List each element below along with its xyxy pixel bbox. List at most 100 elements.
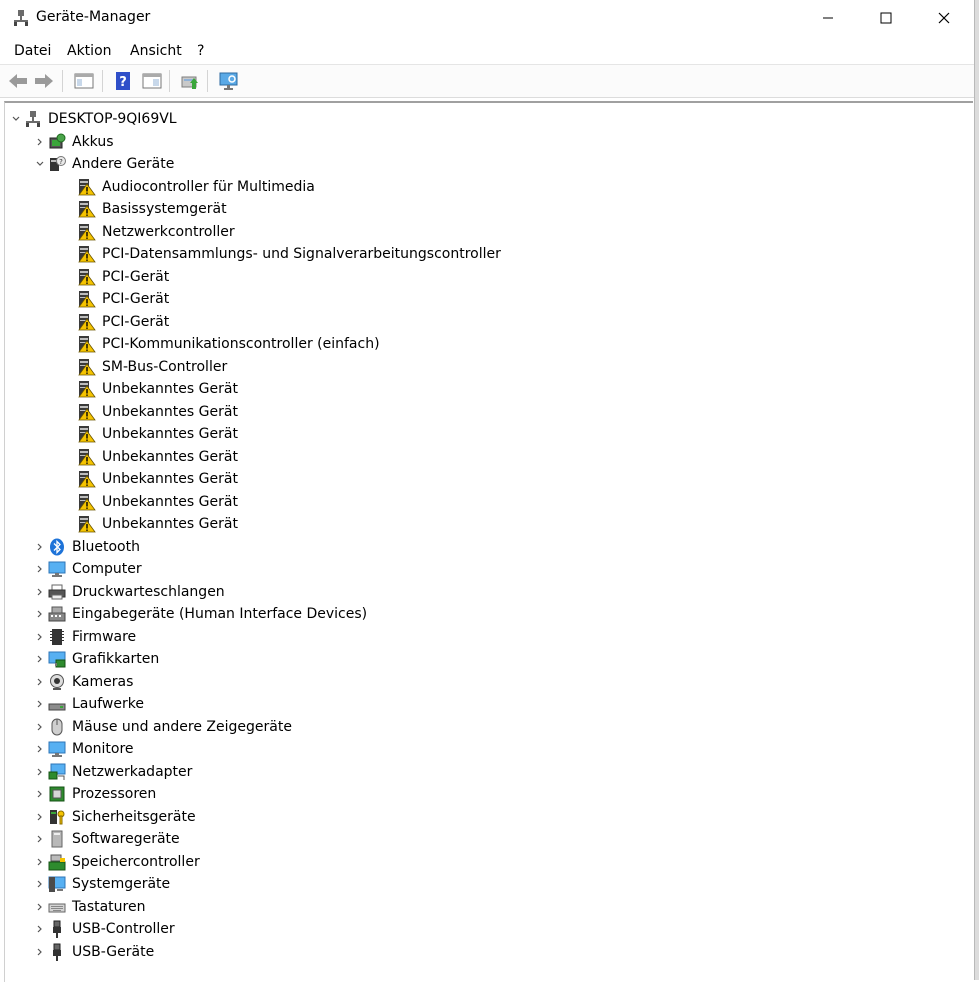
tree-category-item[interactable]: Druckwarteschlangen: [32, 581, 225, 603]
forward-arrow-icon: [35, 74, 53, 88]
close-button[interactable]: [914, 0, 974, 36]
tree-category-item[interactable]: Monitore: [32, 738, 134, 760]
tree-item-label: Akkus: [72, 133, 114, 150]
device-tree[interactable]: DESKTOP-9QI69VL Akkus ? Andere Geräte Audioc…: [4, 101, 973, 982]
toolbar-separator: [62, 70, 63, 92]
tree-device-item[interactable]: PCI-Gerät: [78, 266, 169, 288]
tree-category-item[interactable]: Laufwerke: [32, 693, 144, 715]
security-key-icon: [48, 808, 66, 826]
tree-category-item[interactable]: Grafikkarten: [32, 648, 159, 670]
tree-device-item[interactable]: PCI-Gerät: [78, 311, 169, 333]
chevron-right-icon[interactable]: [32, 896, 48, 918]
chevron-right-icon[interactable]: [32, 918, 48, 940]
help-button[interactable]: ?: [111, 70, 135, 92]
warning-device-icon: [78, 178, 96, 196]
warning-device-icon: [78, 223, 96, 241]
menu-datei[interactable]: Datei: [14, 43, 51, 59]
tree-device-item[interactable]: Unbekanntes Gerät: [78, 491, 238, 513]
tree-category-item[interactable]: Tastaturen: [32, 896, 145, 918]
battery-icon: [48, 133, 66, 151]
tree-device-item[interactable]: PCI-Gerät: [78, 288, 169, 310]
system-device-icon: [48, 875, 66, 893]
menu-ansicht[interactable]: Ansicht: [130, 43, 182, 59]
warning-device-icon: [78, 223, 96, 240]
tree-device-item[interactable]: Unbekanntes Gerät: [78, 401, 238, 423]
warning-device-icon: [78, 515, 96, 533]
tree-category-item[interactable]: Systemgeräte: [32, 873, 170, 895]
tree-device-item[interactable]: Audiocontroller für Multimedia: [78, 176, 315, 198]
chevron-right-icon[interactable]: [32, 671, 48, 693]
tree-item-label: USB-Controller: [72, 921, 175, 937]
toolbar-separator: [102, 70, 103, 92]
tree-device-item[interactable]: Unbekanntes Gerät: [78, 423, 238, 445]
tree-category-item[interactable]: Softwaregeräte: [32, 828, 180, 850]
warning-device-icon: [78, 403, 96, 420]
drive-icon: [48, 695, 66, 713]
tree-item-label: PCI-Gerät: [102, 268, 170, 285]
chevron-down-icon[interactable]: [8, 108, 24, 130]
tree-device-item[interactable]: Basissystemgerät: [78, 198, 227, 220]
tree-category-item[interactable]: Sicherheitsgeräte: [32, 806, 196, 828]
tree-device-item[interactable]: Unbekanntes Gerät: [78, 378, 238, 400]
tree-root-computer[interactable]: DESKTOP-9QI69VL: [8, 108, 177, 130]
tree-category-item[interactable]: Kameras: [32, 671, 133, 693]
chevron-right-icon[interactable]: [32, 851, 48, 873]
tree-category-item[interactable]: Speichercontroller: [32, 851, 200, 873]
chevron-down-icon[interactable]: [32, 153, 48, 175]
tree-category-item[interactable]: Mäuse und andere Zeigegeräte: [32, 716, 292, 738]
tree-device-item[interactable]: Unbekanntes Gerät: [78, 468, 238, 490]
tree-item-label: Systemgeräte: [72, 876, 171, 892]
tree-category-andere-geraete[interactable]: ? Andere Geräte: [32, 153, 174, 175]
chevron-right-icon[interactable]: [32, 873, 48, 895]
chevron-right-icon[interactable]: [32, 603, 48, 625]
chevron-right-icon[interactable]: [32, 941, 48, 963]
tree-device-item[interactable]: Unbekanntes Gerät: [78, 513, 238, 535]
tree-device-item[interactable]: PCI-Kommunikationscontroller (einfach): [78, 333, 380, 355]
tree-item-label: Audiocontroller für Multimedia: [102, 178, 315, 195]
forward-button[interactable]: [32, 70, 56, 92]
chevron-right-icon[interactable]: [32, 626, 48, 648]
update-driver-button[interactable]: [178, 70, 202, 92]
chevron-right-icon[interactable]: [32, 761, 48, 783]
menu-aktion[interactable]: Aktion: [67, 43, 112, 59]
help-book-icon: ?: [116, 72, 130, 90]
tree-category-item[interactable]: USB-Geräte: [32, 941, 154, 963]
chevron-right-icon[interactable]: [32, 716, 48, 738]
maximize-button[interactable]: [856, 0, 916, 36]
warning-device-icon: [78, 358, 96, 376]
show-hide-console-tree-button[interactable]: [72, 70, 96, 92]
tree-category-item[interactable]: USB-Controller: [32, 918, 175, 940]
chevron-right-icon[interactable]: [32, 806, 48, 828]
chevron-right-icon[interactable]: [32, 828, 48, 850]
chevron-right-icon[interactable]: [32, 536, 48, 558]
toolbar-separator: [169, 70, 170, 92]
display-adapter-icon: [48, 651, 66, 668]
chevron-right-icon[interactable]: [32, 558, 48, 580]
tree-device-item[interactable]: SM-Bus-Controller: [78, 356, 227, 378]
tree-device-item[interactable]: Unbekanntes Gerät: [78, 446, 238, 468]
tree-category-akkus[interactable]: Akkus: [32, 131, 114, 153]
tree-device-item[interactable]: Netzwerkcontroller: [78, 221, 235, 243]
chevron-right-icon[interactable]: [32, 738, 48, 760]
tree-category-item[interactable]: Netzwerkadapter: [32, 761, 192, 783]
chevron-right-icon[interactable]: [32, 581, 48, 603]
chevron-right-icon[interactable]: [32, 783, 48, 805]
tree-category-item[interactable]: Prozessoren: [32, 783, 156, 805]
chevron-right-icon[interactable]: [32, 648, 48, 670]
chevron-right-icon[interactable]: [32, 693, 48, 715]
unknown-device-icon: ?: [50, 156, 66, 171]
tree-item-label: Tastaturen: [72, 898, 146, 915]
chevron-right-icon[interactable]: [32, 131, 48, 153]
scan-hardware-button[interactable]: [217, 70, 241, 92]
menu-help[interactable]: ?: [197, 43, 204, 59]
back-button[interactable]: [6, 70, 30, 92]
tree-category-item[interactable]: Computer: [32, 558, 142, 580]
tree-category-item[interactable]: Bluetooth: [32, 536, 140, 558]
warning-device-icon: [78, 426, 96, 443]
tree-category-item[interactable]: Eingabegeräte (Human Interface Devices): [32, 603, 367, 625]
minimize-button[interactable]: [798, 0, 858, 36]
tree-device-item[interactable]: PCI-Datensammlungs- und Signalverarbeitu…: [78, 243, 501, 265]
tree-item-label: Prozessoren: [72, 786, 157, 802]
tree-category-item[interactable]: Firmware: [32, 626, 136, 648]
properties-button[interactable]: [140, 70, 164, 92]
